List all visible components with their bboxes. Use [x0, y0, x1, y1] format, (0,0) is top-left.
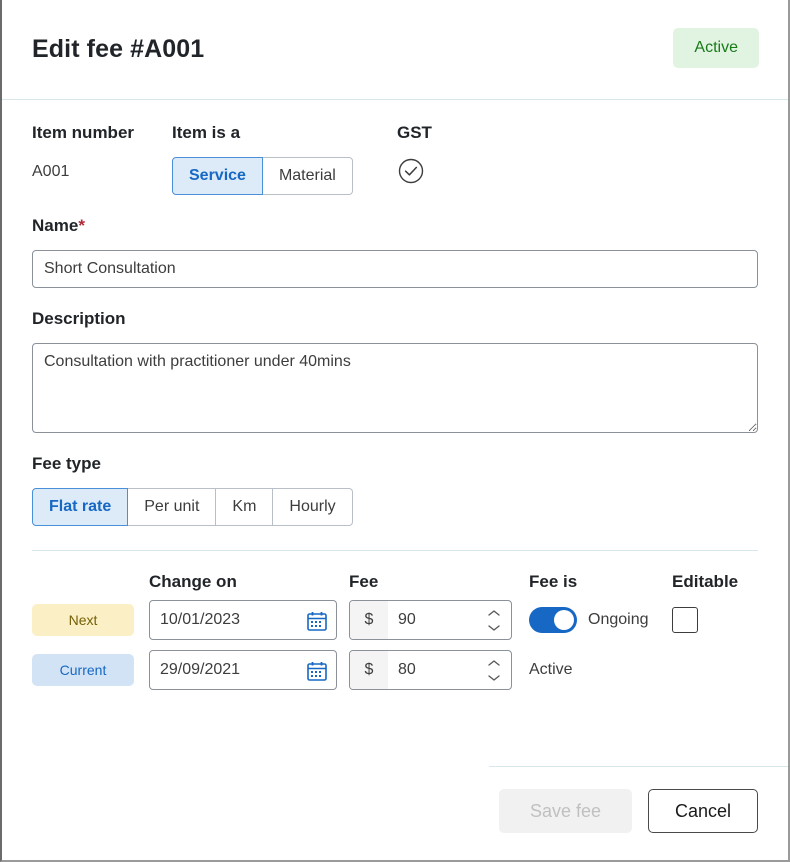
- name-field: Name*: [32, 217, 758, 288]
- fee-is-label-current: Active: [529, 661, 573, 678]
- item-details-row: Item number A001 Item is a Service Mater…: [32, 124, 758, 195]
- segment-service[interactable]: Service: [172, 157, 263, 195]
- column-header-fee-is: Fee is: [529, 572, 578, 591]
- column-header-change-on: Change on: [149, 572, 237, 591]
- item-number-field: Item number A001: [32, 124, 172, 195]
- fee-type-label: Fee type: [32, 454, 101, 473]
- item-is-a-segmented-control: Service Material: [172, 157, 353, 195]
- section-divider: [32, 550, 758, 551]
- ongoing-toggle[interactable]: [529, 607, 577, 633]
- dialog-header: Edit fee #A001 Active: [2, 0, 788, 100]
- toggle-knob: [554, 610, 574, 630]
- fee-amount-field-next: $: [349, 600, 512, 640]
- footer-buttons: Save fee Cancel: [2, 767, 788, 833]
- edit-fee-dialog: Edit fee #A001 Active Item number A001 I…: [0, 0, 790, 862]
- currency-symbol-next: $: [350, 601, 388, 639]
- chevron-up-icon: [488, 609, 500, 616]
- description-field: Description: [32, 310, 758, 433]
- change-on-date-input-next[interactable]: [150, 611, 295, 629]
- dialog-body: Item number A001 Item is a Service Mater…: [2, 124, 788, 690]
- item-number-value: A001: [32, 163, 70, 180]
- page-title: Edit fee #A001: [32, 35, 205, 63]
- item-number-label: Item number: [32, 123, 135, 142]
- item-is-a-label: Item is a: [172, 123, 241, 142]
- row-tag-current: Current: [32, 654, 134, 686]
- fee-type-segmented-control: Flat rate Per unit Km Hourly: [32, 488, 353, 526]
- currency-symbol-current: $: [350, 651, 388, 689]
- segment-hourly[interactable]: Hourly: [273, 488, 353, 526]
- item-is-a-field: Item is a Service Material: [172, 124, 397, 195]
- segment-km[interactable]: Km: [216, 488, 274, 526]
- fee-schedule-table: Change on Fee Fee is Editable Next 10/01…: [32, 573, 758, 690]
- fee-is-label-next: Ongoing: [588, 611, 649, 628]
- segment-flat-rate[interactable]: Flat rate: [32, 488, 129, 526]
- editable-checkbox[interactable]: [672, 607, 698, 633]
- change-on-date-field-current: [149, 650, 337, 690]
- fee-stepper-next[interactable]: [481, 601, 511, 639]
- description-label: Description: [32, 309, 126, 328]
- required-marker: *: [78, 216, 85, 235]
- table-row: Next 10/01/2023 $ 90 Ongoing: [32, 600, 758, 640]
- table-header-row: Change on Fee Fee is Editable: [32, 573, 758, 590]
- name-label-text: Name: [32, 216, 79, 235]
- status-badge: Active: [673, 28, 759, 68]
- fee-amount-input-next[interactable]: [388, 601, 481, 639]
- column-header-fee: Fee: [349, 572, 379, 591]
- change-on-date-input-current[interactable]: [150, 661, 295, 679]
- column-header-editable: Editable: [672, 572, 739, 591]
- save-fee-button[interactable]: Save fee: [499, 789, 632, 833]
- gst-field: GST: [397, 124, 517, 195]
- check-circle-icon[interactable]: [397, 157, 517, 190]
- fee-amount-input-current[interactable]: [388, 651, 481, 689]
- gst-label: GST: [397, 123, 432, 142]
- segment-material[interactable]: Material: [262, 157, 353, 195]
- chevron-down-icon: [488, 674, 500, 681]
- table-row: Current 29/09/2021 $ 80 Active: [32, 650, 758, 690]
- change-on-date-field-next: [149, 600, 337, 640]
- calendar-icon[interactable]: [306, 660, 328, 682]
- fee-type-field: Fee type Flat rate Per unit Km Hourly: [32, 455, 758, 526]
- segment-per-unit[interactable]: Per unit: [128, 488, 217, 526]
- fee-amount-field-current: $: [349, 650, 512, 690]
- description-textarea[interactable]: [32, 343, 758, 433]
- name-label: Name*: [32, 217, 758, 234]
- chevron-down-icon: [488, 624, 500, 631]
- name-input[interactable]: [32, 250, 758, 288]
- dialog-footer: Save fee Cancel: [2, 766, 788, 833]
- chevron-up-icon: [488, 659, 500, 666]
- fee-stepper-current[interactable]: [481, 651, 511, 689]
- calendar-icon[interactable]: [306, 610, 328, 632]
- row-tag-next: Next: [32, 604, 134, 636]
- cancel-button[interactable]: Cancel: [648, 789, 758, 833]
